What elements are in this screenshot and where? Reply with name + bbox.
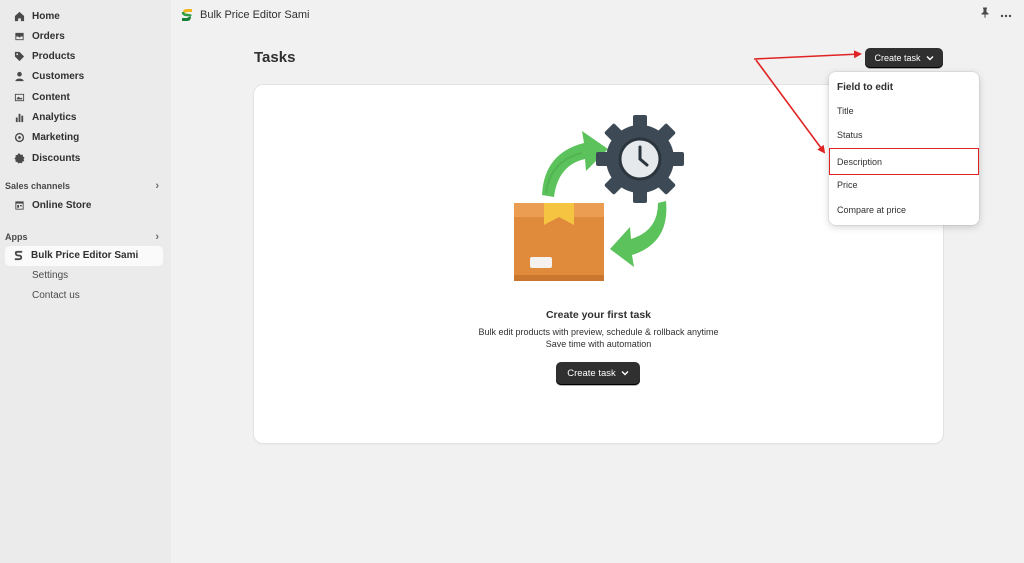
chevron-right-icon: › (155, 230, 159, 243)
apps-header[interactable]: Apps › (0, 228, 171, 246)
app-logo-icon (181, 8, 192, 21)
sidebar-item-home[interactable]: Home (0, 6, 171, 26)
tag-icon (13, 51, 25, 63)
chevron-right-icon: › (155, 180, 159, 193)
person-icon (13, 71, 25, 83)
chart-icon (13, 111, 25, 123)
create-task-button-empty-state[interactable]: Create task (556, 362, 640, 385)
sidebar-item-label: Products (32, 51, 76, 63)
target-icon (13, 132, 25, 144)
create-task-label: Create task (874, 53, 921, 63)
dropdown-item-description[interactable]: Description (829, 148, 979, 175)
sidebar-item-label: Content (32, 91, 70, 103)
app-topbar: Bulk Price Editor Sami (171, 0, 1024, 29)
dropdown-item-title[interactable]: Title (829, 99, 979, 123)
sidebar-item-products[interactable]: Products (0, 47, 171, 67)
create-task-button[interactable]: Create task (865, 48, 943, 68)
green-arrow-down-icon (610, 201, 667, 267)
sidebar-item-online-store[interactable]: Online Store (0, 195, 171, 215)
sidebar-item-label: Home (32, 10, 60, 22)
sidebar-item-bulk-price-editor[interactable]: Bulk Price Editor Sami (5, 245, 163, 266)
task-illustration (514, 115, 684, 281)
apps-label: Apps (5, 231, 28, 242)
sidebar-item-content[interactable]: Content (0, 87, 171, 107)
sidebar-item-analytics[interactable]: Analytics (0, 107, 171, 127)
sidebar-item-marketing[interactable]: Marketing (0, 128, 171, 148)
dropdown-item-compare-at-price[interactable]: Compare at price (829, 198, 979, 222)
more-options-icon[interactable] (1000, 7, 1012, 21)
sidebar-item-label: Online Store (32, 199, 92, 211)
empty-state-heading: Create your first task (545, 309, 652, 321)
sidebar-item-orders[interactable]: Orders (0, 26, 171, 46)
empty-state-description: Bulk edit products with preview, schedul… (478, 327, 719, 337)
dropdown-heading: Field to edit (837, 82, 894, 93)
page-title: Tasks (254, 49, 296, 66)
sidebar-item-label: Bulk Price Editor Sami (31, 250, 139, 262)
home-icon (13, 10, 25, 22)
sidebar-item-label: Discounts (32, 152, 81, 164)
sales-channels-header[interactable]: Sales channels › (0, 177, 171, 195)
create-task-label: Create task (567, 368, 616, 379)
package-icon (514, 203, 604, 281)
pin-icon[interactable] (980, 7, 990, 21)
sidebar-item-label: Analytics (32, 111, 77, 123)
store-icon (13, 199, 25, 211)
sidebar-item-label: Marketing (32, 132, 80, 144)
discount-icon (13, 152, 25, 164)
chevron-down-icon (926, 54, 934, 63)
sidebar-item-discounts[interactable]: Discounts (0, 148, 171, 168)
sidebar: Home Orders Products Customers Content A… (0, 0, 171, 563)
app-title: Bulk Price Editor Sami (200, 8, 310, 21)
sales-channels-label: Sales channels (5, 181, 71, 192)
content-icon (13, 91, 25, 103)
red-arrow-to-button-icon (753, 50, 862, 60)
sidebar-subitem-settings[interactable]: Settings (0, 266, 171, 286)
sidebar-item-customers[interactable]: Customers (0, 67, 171, 87)
field-to-edit-dropdown: Field to edit Title Status Description P… (829, 72, 979, 225)
orders-icon (13, 30, 25, 42)
sidebar-item-label: Customers (32, 71, 85, 83)
app-logo-icon (13, 250, 24, 261)
gear-icon (596, 115, 684, 203)
dropdown-item-price[interactable]: Price (829, 173, 979, 197)
empty-state-subdescription: Save time with automation (545, 339, 652, 349)
chevron-down-icon (621, 369, 629, 378)
sidebar-subitem-contact-us[interactable]: Contact us (0, 286, 171, 306)
dropdown-item-status[interactable]: Status (829, 123, 979, 147)
sidebar-item-label: Orders (32, 30, 65, 42)
